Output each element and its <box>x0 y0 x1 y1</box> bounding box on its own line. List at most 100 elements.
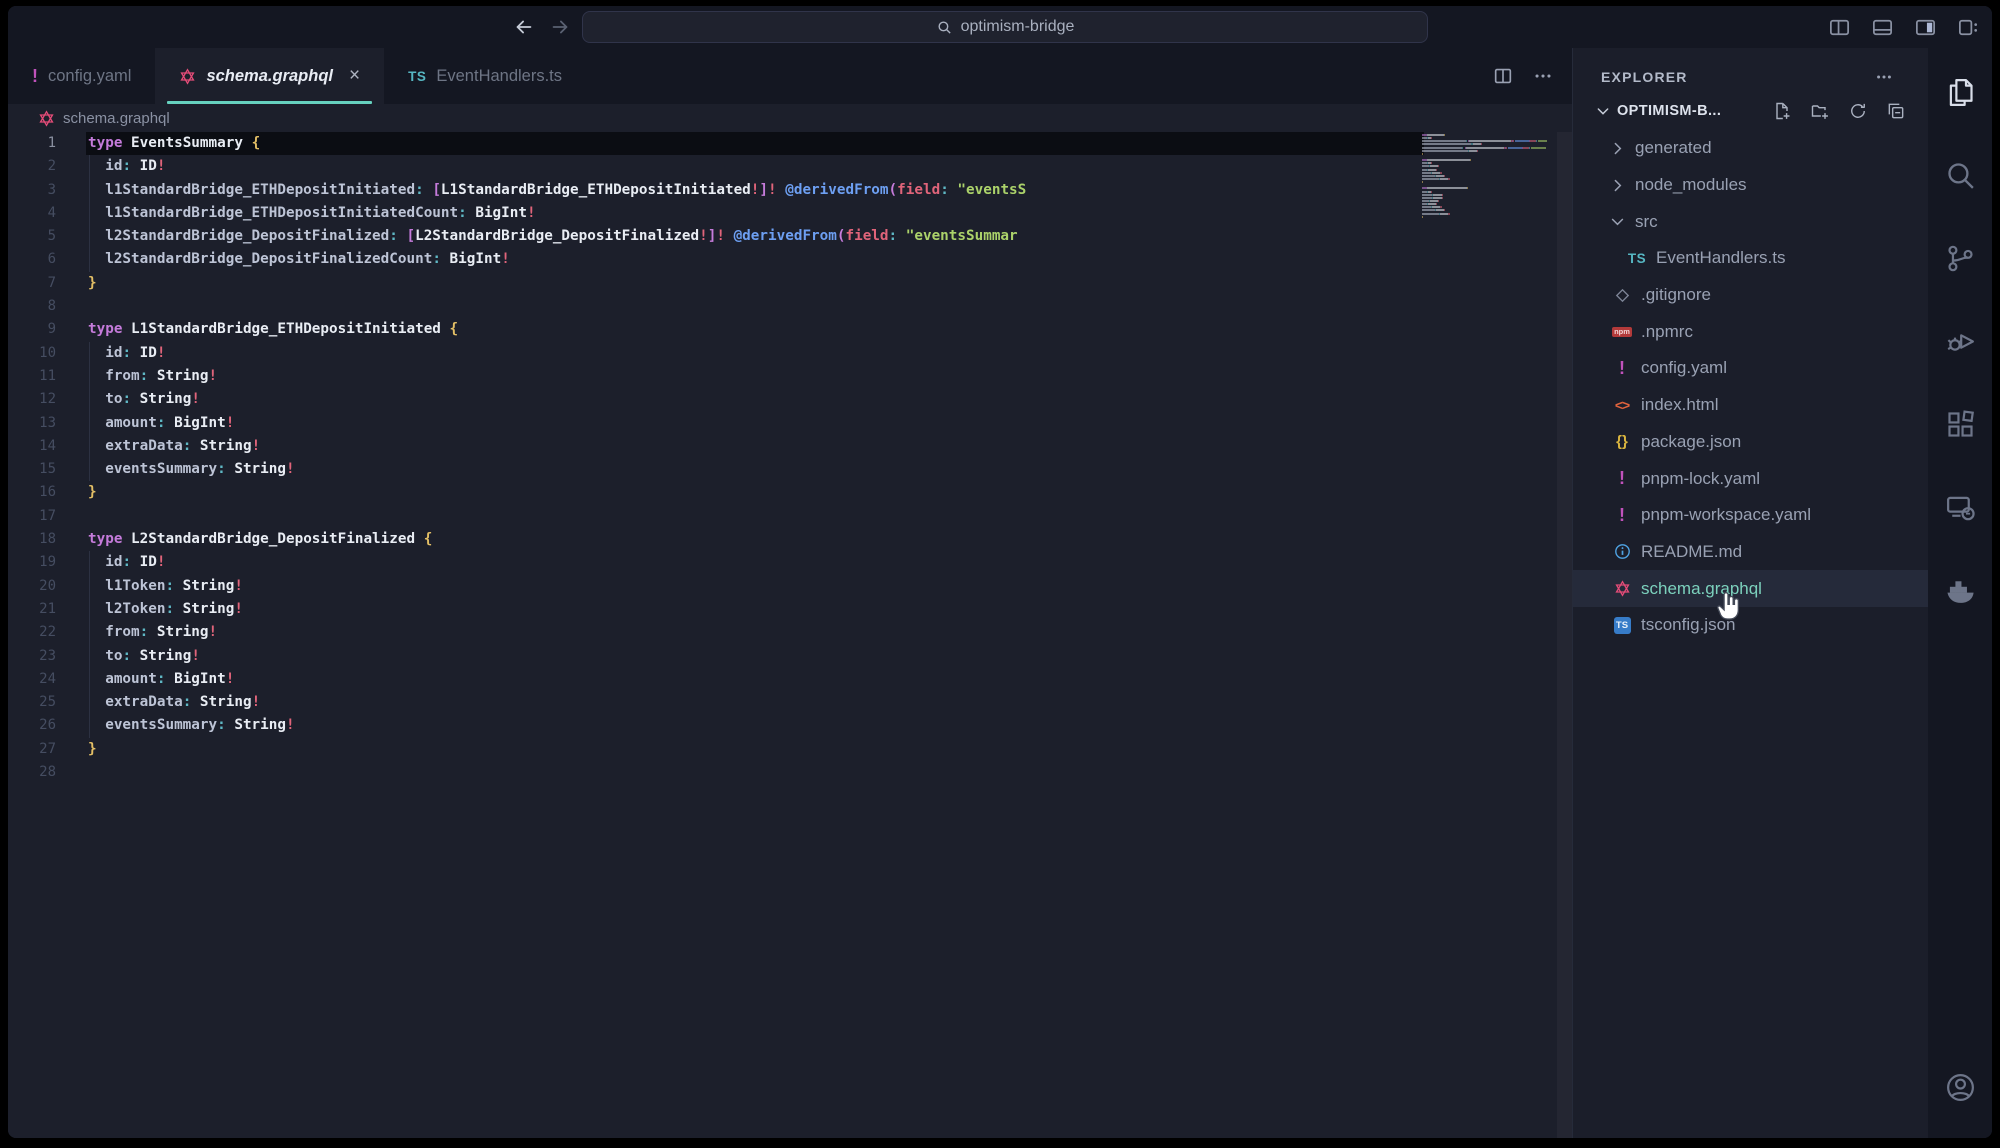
tree-folder-src[interactable]: src <box>1573 203 1928 240</box>
activity-explorer-icon[interactable] <box>1944 76 1977 109</box>
code-line-16[interactable]: 16} <box>8 481 1572 504</box>
line-text: type EventsSummary { <box>88 135 260 151</box>
line-number: 18 <box>8 528 56 551</box>
toggle-panel-icon[interactable] <box>1871 16 1894 39</box>
code-line-2[interactable]: 2 id: ID! <box>8 155 1572 178</box>
code-line-13[interactable]: 13 amount: BigInt! <box>8 412 1572 435</box>
close-tab-icon[interactable]: × <box>349 65 360 87</box>
code-line-4[interactable]: 4 l1StandardBridge_ETHDepositInitiatedCo… <box>8 202 1572 225</box>
customize-layout-icon[interactable] <box>1957 16 1980 39</box>
tree-file-.npmrc[interactable]: npm.npmrc <box>1573 313 1928 350</box>
html-icon: <> <box>1615 397 1629 413</box>
minimap[interactable] <box>1422 134 1556 226</box>
tab-bar: !config.yaml schema.graphql×TSEventHandl… <box>8 48 1572 104</box>
code-line-5[interactable]: 5 l2StandardBridge_DepositFinalized: [L2… <box>8 225 1572 248</box>
code-editor[interactable]: 1type EventsSummary {2 id: ID!3 l1Standa… <box>8 132 1572 1138</box>
code-line-8[interactable]: 8 <box>8 295 1572 318</box>
history-nav <box>513 6 571 48</box>
line-text: extraData: String! <box>88 438 260 454</box>
tree-file-package.json[interactable]: {}package.json <box>1573 424 1928 461</box>
activity-account-icon[interactable] <box>1944 1071 1977 1104</box>
code-line-10[interactable]: 10 id: ID! <box>8 342 1572 365</box>
new-folder-icon[interactable] <box>1810 101 1830 121</box>
graphql-icon <box>38 110 55 127</box>
tree-file-pnpm-workspace.yaml[interactable]: !pnpm-workspace.yaml <box>1573 497 1928 534</box>
code-line-23[interactable]: 23 to: String! <box>8 645 1572 668</box>
layout-controls <box>1828 6 1980 48</box>
tree-item-label: README.md <box>1641 542 1742 562</box>
line-text: amount: BigInt! <box>88 671 234 687</box>
code-line-22[interactable]: 22 from: String! <box>8 621 1572 644</box>
explorer-toolbar <box>1772 101 1906 121</box>
toggle-sidebar-left-icon[interactable] <box>1828 16 1851 39</box>
tree-file-config.yaml[interactable]: !config.yaml <box>1573 350 1928 387</box>
tree-file-EventHandlers.ts[interactable]: TSEventHandlers.ts <box>1573 240 1928 277</box>
line-number: 21 <box>8 598 56 621</box>
tree-file-.gitignore[interactable]: .gitignore <box>1573 277 1928 314</box>
editor-scrollbar[interactable] <box>1557 132 1572 1138</box>
new-file-icon[interactable] <box>1772 101 1792 121</box>
tree-item-label: index.html <box>1641 395 1718 415</box>
activity-search-icon[interactable] <box>1944 159 1977 192</box>
explorer-more-actions-icon[interactable] <box>1874 67 1894 87</box>
line-number: 12 <box>8 388 56 411</box>
code-line-26[interactable]: 26 eventsSummary: String! <box>8 714 1572 737</box>
tab-config.yaml[interactable]: !config.yaml <box>8 48 155 104</box>
graphql-icon <box>1614 580 1631 597</box>
back-arrow-icon[interactable] <box>513 16 535 38</box>
title-bar: optimism-bridge <box>8 6 1992 48</box>
collapse-folders-icon[interactable] <box>1886 101 1906 121</box>
activity-source-control-icon[interactable] <box>1944 242 1977 275</box>
activity-bar <box>1928 48 1992 1138</box>
chevron-right-icon <box>1609 140 1626 157</box>
tsconfig-icon: TS <box>1614 617 1631 634</box>
tree-file-index.html[interactable]: <> index.html <box>1573 387 1928 424</box>
tree-file-tsconfig.json[interactable]: TStsconfig.json <box>1573 607 1928 644</box>
tab-label: EventHandlers.ts <box>436 67 562 86</box>
tree-folder-generated[interactable]: generated <box>1573 130 1928 167</box>
code-line-15[interactable]: 15 eventsSummary: String! <box>8 458 1572 481</box>
code-line-9[interactable]: 9type L1StandardBridge_ETHDepositInitiat… <box>8 318 1572 341</box>
code-line-1[interactable]: 1type EventsSummary { <box>8 132 1572 155</box>
code-line-18[interactable]: 18type L2StandardBridge_DepositFinalized… <box>8 528 1572 551</box>
tree-item-label: package.json <box>1641 432 1741 452</box>
code-line-17[interactable]: 17 <box>8 505 1572 528</box>
breadcrumb-item[interactable]: schema.graphql <box>63 110 170 127</box>
code-line-24[interactable]: 24 amount: BigInt! <box>8 668 1572 691</box>
code-line-25[interactable]: 25 extraData: String! <box>8 691 1572 714</box>
code-line-14[interactable]: 14 extraData: String! <box>8 435 1572 458</box>
line-number: 3 <box>8 179 56 202</box>
activity-run-debug-icon[interactable] <box>1944 325 1977 358</box>
toggle-sidebar-right-icon[interactable] <box>1914 16 1937 39</box>
line-text: } <box>88 741 97 757</box>
code-line-6[interactable]: 6 l2StandardBridge_DepositFinalizedCount… <box>8 248 1572 271</box>
code-line-11[interactable]: 11 from: String! <box>8 365 1572 388</box>
tab-schema.graphql[interactable]: schema.graphql× <box>155 48 384 104</box>
refresh-icon[interactable] <box>1848 101 1868 121</box>
code-line-21[interactable]: 21 l2Token: String! <box>8 598 1572 621</box>
line-text: id: ID! <box>88 158 165 174</box>
code-line-20[interactable]: 20 l1Token: String! <box>8 575 1572 598</box>
line-text: l1StandardBridge_ETHDepositInitiatedCoun… <box>88 205 536 221</box>
explorer-section-root[interactable]: OPTIMISM-B... <box>1573 92 1928 130</box>
code-line-27[interactable]: 27} <box>8 738 1572 761</box>
split-editor-icon[interactable] <box>1492 65 1514 87</box>
forward-arrow-icon[interactable] <box>549 16 571 38</box>
code-line-3[interactable]: 3 l1StandardBridge_ETHDepositInitiated: … <box>8 179 1572 202</box>
activity-extensions-icon[interactable] <box>1944 408 1977 441</box>
tree-folder-node_modules[interactable]: node_modules <box>1573 167 1928 204</box>
activity-docker-icon[interactable] <box>1944 574 1977 607</box>
code-line-7[interactable]: 7} <box>8 272 1572 295</box>
code-line-19[interactable]: 19 id: ID! <box>8 551 1572 574</box>
tree-file-schema.graphql[interactable]: schema.graphql <box>1573 570 1928 607</box>
activity-remote-explorer-icon[interactable] <box>1944 491 1977 524</box>
tree-file-pnpm-lock.yaml[interactable]: !pnpm-lock.yaml <box>1573 460 1928 497</box>
line-text: from: String! <box>88 624 217 640</box>
tab-EventHandlers.ts[interactable]: TSEventHandlers.ts <box>384 48 586 104</box>
line-number: 26 <box>8 714 56 737</box>
command-center-search[interactable]: optimism-bridge <box>582 11 1428 43</box>
code-line-28[interactable]: 28 <box>8 761 1572 784</box>
code-line-12[interactable]: 12 to: String! <box>8 388 1572 411</box>
tree-file-README.md[interactable]: README.md <box>1573 534 1928 571</box>
more-actions-icon[interactable] <box>1532 65 1554 87</box>
